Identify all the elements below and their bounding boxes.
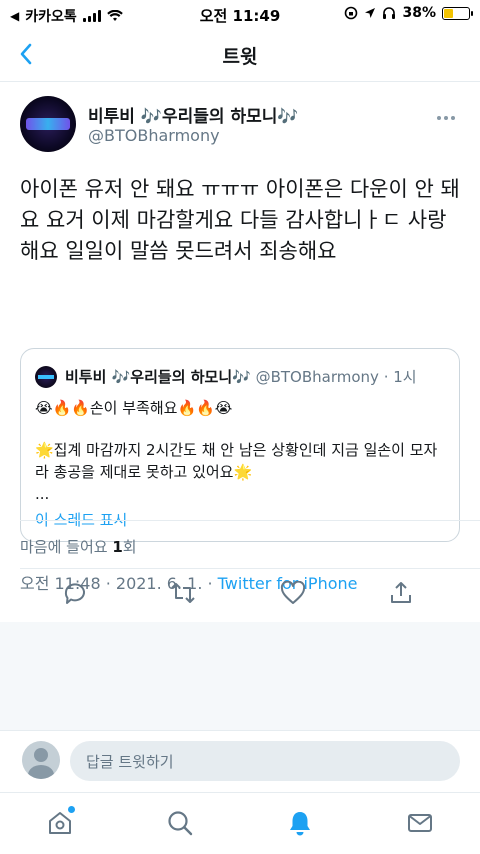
more-options-button[interactable] [434, 108, 458, 128]
quoted-headline: 😭🔥🔥손이 부족해요🔥🔥😭 [35, 399, 233, 417]
likes-count-row[interactable]: 마음에 들어요 1회 [20, 536, 137, 557]
more-dot [444, 116, 448, 120]
reply-bar: 답글 트윗하기 [0, 730, 480, 790]
status-right: 38% [344, 5, 473, 21]
like-button[interactable] [278, 578, 308, 608]
page-title: 트윗 [222, 46, 258, 68]
author-handle[interactable]: @BTOBharmony [88, 126, 220, 145]
likes-count: 1 [112, 538, 123, 556]
share-icon [391, 582, 411, 603]
author-avatar[interactable] [20, 96, 76, 152]
tweet-actions [0, 570, 480, 616]
quoted-time: 1시 [393, 368, 417, 386]
orientation-lock-icon [345, 6, 358, 20]
quoted-author-handle: @BTOBharmony [255, 368, 379, 386]
tab-bar [0, 792, 480, 854]
mail-icon [408, 814, 432, 832]
more-dot [451, 116, 455, 120]
notification-dot [67, 805, 76, 814]
more-dot [437, 116, 441, 120]
navigation-bar: 트윗 [0, 28, 480, 82]
divider [20, 568, 480, 569]
retweet-button[interactable] [168, 578, 198, 608]
quoted-separator: · [383, 368, 389, 386]
quoted-tweet[interactable]: 비투비 🎶우리들의 하모니🎶 @BTOBharmony · 1시 😭🔥🔥손이 부… [20, 348, 460, 542]
divider [20, 520, 480, 521]
bell-icon [290, 812, 310, 836]
share-button[interactable] [386, 578, 416, 608]
tab-messages[interactable] [404, 807, 436, 839]
reply-button[interactable] [60, 578, 90, 608]
quoted-body: 🌟집계 마감까지 2시간도 채 안 남은 상황인데 지금 일손이 모자라 총공을… [35, 441, 438, 503]
author-name[interactable]: 비투비 🎶우리들의 하모니🎶 [88, 102, 299, 127]
quoted-author-name: 비투비 🎶우리들의 하모니🎶 [65, 368, 251, 386]
tweet-text: 아이폰 유저 안 돼요 ㅠㅠㅠ 아이폰은 다운이 안 돼요 요거 이제 마감할게… [20, 177, 460, 263]
battery-icon [442, 6, 473, 20]
tab-search[interactable] [164, 807, 196, 839]
search-icon [168, 811, 193, 836]
retweet-icon [171, 583, 195, 603]
empty-replies-area [0, 622, 480, 730]
quoted-author-avatar [35, 366, 57, 388]
likes-suffix: 회 [122, 538, 137, 556]
heart-icon [280, 581, 306, 604]
likes-label: 마음에 들어요 [20, 538, 113, 556]
quoted-tweet-header: 비투비 🎶우리들의 하모니🎶 @BTOBharmony · 1시 [65, 366, 417, 387]
location-icon [365, 8, 376, 18]
headphones-icon [383, 7, 396, 19]
tab-home[interactable] [44, 805, 76, 839]
reply-input[interactable]: 답글 트윗하기 [70, 741, 460, 781]
reply-icon [64, 583, 85, 604]
tab-notifications[interactable] [284, 807, 316, 839]
status-bar: ◀ 카카오톡 오전 11:49 38% [0, 0, 480, 28]
battery-percent: 38% [402, 5, 436, 21]
user-avatar [22, 741, 60, 779]
